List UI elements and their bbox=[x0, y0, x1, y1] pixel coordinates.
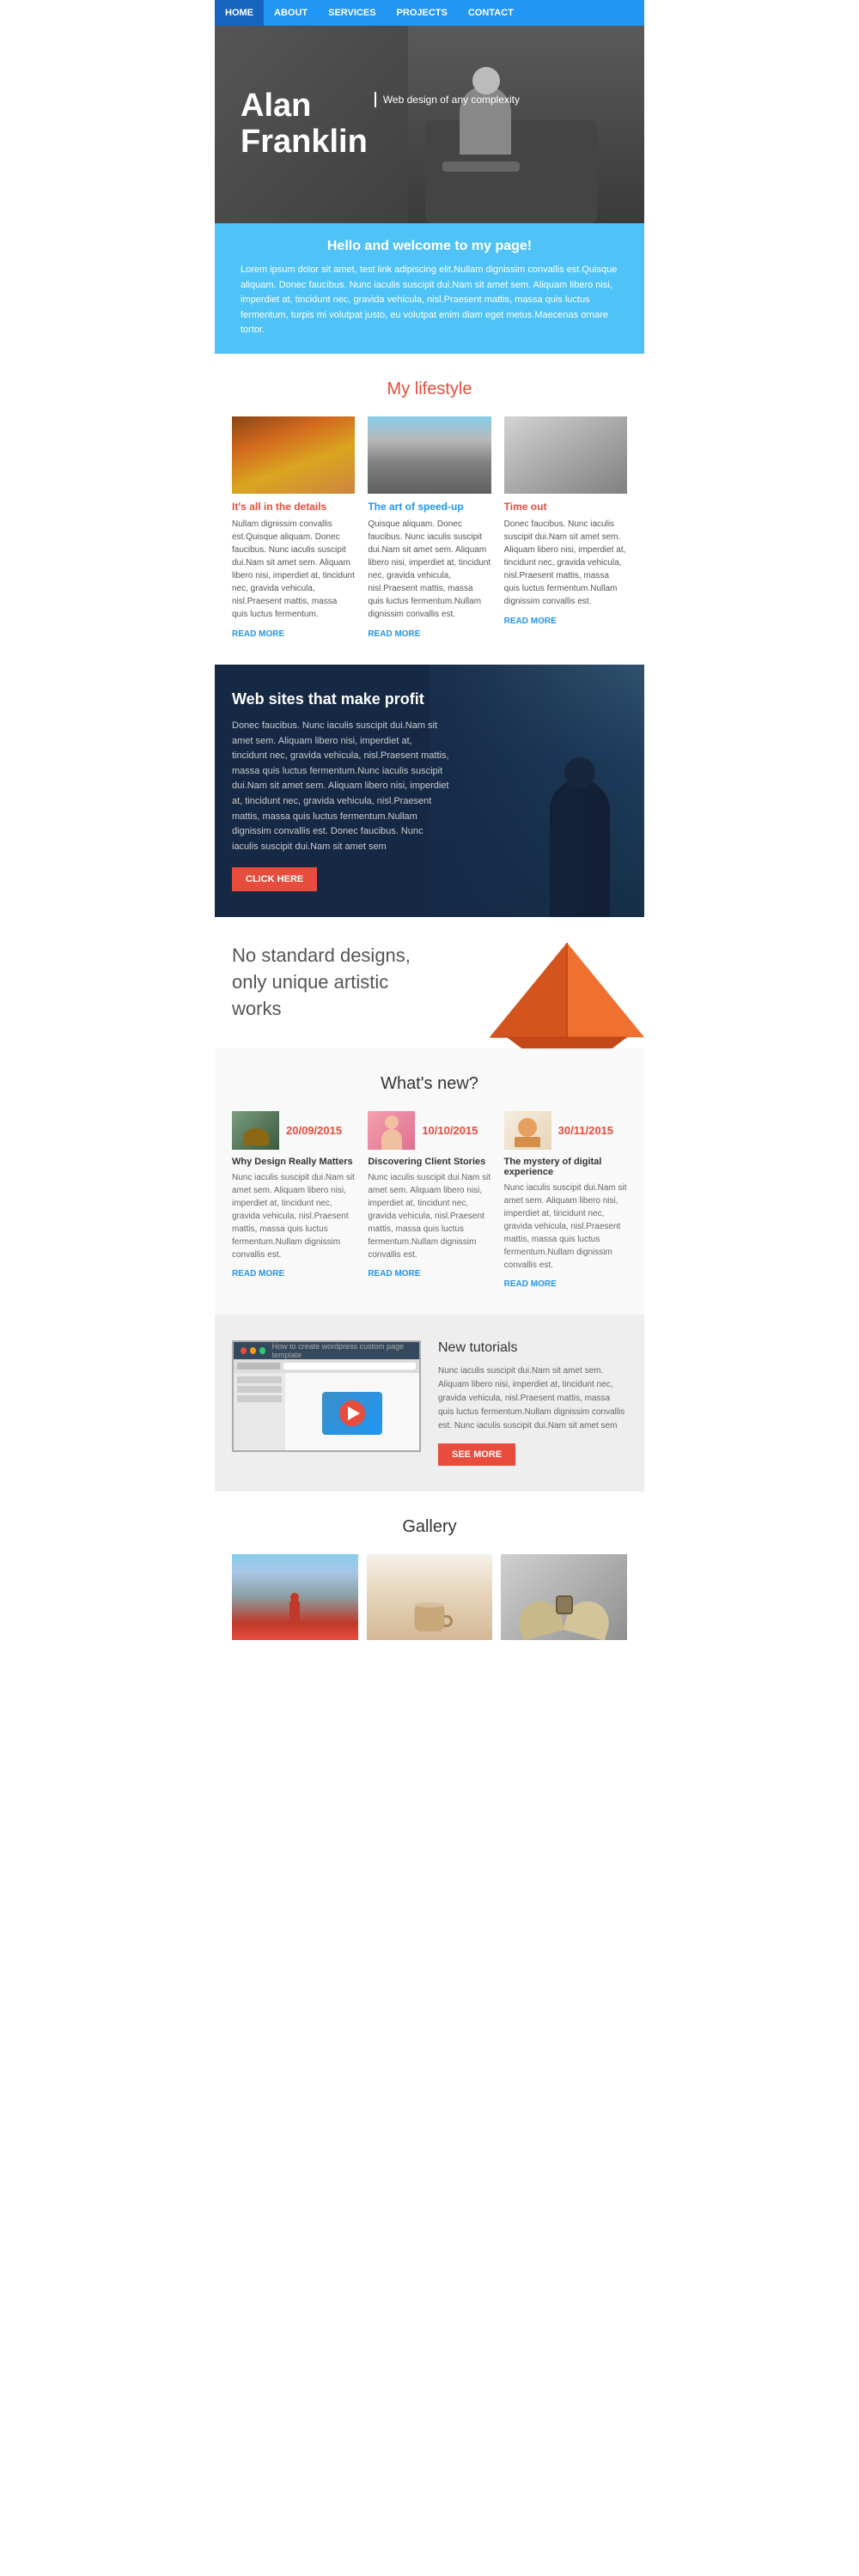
card-image-railway bbox=[368, 416, 490, 494]
gallery-item-1 bbox=[367, 1554, 493, 1640]
main-nav: HOME ABOUT SERVICES PROJECTS CONTACT bbox=[215, 0, 644, 26]
video-dot-red bbox=[241, 1347, 247, 1354]
card-title-1: The art of speed-up bbox=[368, 501, 490, 513]
nav-contact[interactable]: CONTACT bbox=[458, 0, 524, 26]
tutorials-heading: New tutorials bbox=[438, 1340, 627, 1356]
card-body-2: Donec faucibus. Nunc iaculis suscipit du… bbox=[504, 518, 627, 608]
news-read-more-1[interactable]: READ MORE bbox=[368, 1269, 420, 1279]
gallery-item-0 bbox=[232, 1554, 358, 1640]
lifestyle-card-1: The art of speed-up Quisque aliquam. Don… bbox=[368, 416, 490, 639]
news-date-2: 30/11/2015 bbox=[558, 1124, 613, 1137]
gallery-section: Gallery bbox=[215, 1492, 644, 1666]
news-card-header-0: 20/09/2015 bbox=[232, 1111, 355, 1150]
play-icon bbox=[348, 1406, 360, 1420]
read-more-2[interactable]: READ MORE bbox=[504, 617, 557, 626]
hero-section: Alan Franklin Web design of any complexi… bbox=[215, 26, 644, 223]
video-placeholder: How to create wordpress custom page temp… bbox=[232, 1340, 421, 1452]
welcome-heading: Hello and welcome to my page! bbox=[241, 239, 618, 254]
nav-services[interactable]: SERVICES bbox=[318, 0, 386, 26]
welcome-section: Hello and welcome to my page! Lorem ipsu… bbox=[215, 223, 644, 354]
news-body-2: Nunc iaculis suscipit dui.Nam sit amet s… bbox=[504, 1182, 627, 1272]
news-card-0: 20/09/2015 Why Design Really Matters Nun… bbox=[232, 1111, 355, 1289]
artistic-section: No standard designs, only unique artisti… bbox=[215, 917, 644, 1048]
video-title: How to create wordpress custom page temp… bbox=[272, 1342, 412, 1359]
paper-boat-image bbox=[481, 926, 644, 1048]
welcome-body: Lorem ipsum dolor sit amet, test link ad… bbox=[241, 263, 618, 338]
video-bar: How to create wordpress custom page temp… bbox=[234, 1342, 419, 1359]
tutorial-video-container: How to create wordpress custom page temp… bbox=[232, 1340, 421, 1452]
hero-text: Alan Franklin Web design of any complexi… bbox=[215, 71, 545, 178]
news-title-2: The mystery of digital experience bbox=[504, 1157, 627, 1177]
gallery-heading: Gallery bbox=[232, 1517, 627, 1537]
news-read-more-2[interactable]: READ MORE bbox=[504, 1279, 557, 1289]
profit-content: Web sites that make profit Donec faucibu… bbox=[232, 690, 449, 891]
hero-name-line1: Alan bbox=[241, 88, 368, 125]
tutorials-section: How to create wordpress custom page temp… bbox=[215, 1315, 644, 1492]
news-card-header-1: 10/10/2015 bbox=[368, 1111, 490, 1150]
card-title-2: Time out bbox=[504, 501, 627, 513]
lifestyle-card-0: It's all in the details Nullam dignissim… bbox=[232, 416, 355, 639]
video-dot-green bbox=[259, 1347, 265, 1354]
news-title-1: Discovering Client Stories bbox=[368, 1157, 490, 1167]
hero-name-line2: Franklin bbox=[241, 125, 368, 161]
news-thumb-0 bbox=[232, 1111, 279, 1150]
gallery-item-2 bbox=[501, 1554, 627, 1640]
card-body-0: Nullam dignissim convallis est.Quisque a… bbox=[232, 518, 355, 621]
card-body-1: Quisque aliquam. Donec faucibus. Nunc ia… bbox=[368, 518, 490, 621]
nav-about[interactable]: ABOUT bbox=[264, 0, 318, 26]
read-more-1[interactable]: READ MORE bbox=[368, 629, 420, 639]
nav-projects[interactable]: PROJECTS bbox=[387, 0, 458, 26]
card-title-0: It's all in the details bbox=[232, 501, 355, 513]
news-cards: 20/09/2015 Why Design Really Matters Nun… bbox=[232, 1111, 627, 1289]
read-more-0[interactable]: READ MORE bbox=[232, 629, 284, 639]
news-body-0: Nunc iaculis suscipit dui.Nam sit amet s… bbox=[232, 1171, 355, 1261]
click-here-button[interactable]: CLICK HERE bbox=[232, 867, 317, 891]
news-read-more-0[interactable]: READ MORE bbox=[232, 1269, 284, 1279]
video-content bbox=[234, 1359, 419, 1452]
news-card-header-2: 30/11/2015 bbox=[504, 1111, 627, 1150]
whats-new-section: What's new? 20/09/2015 Why Design Really… bbox=[215, 1048, 644, 1315]
lifestyle-section: My lifestyle It's all in the details Nul… bbox=[215, 354, 644, 665]
lifestyle-heading: My lifestyle bbox=[232, 380, 627, 399]
card-image-autumn bbox=[232, 416, 355, 494]
whats-new-heading: What's new? bbox=[232, 1074, 627, 1094]
gallery-grid bbox=[232, 1554, 627, 1640]
news-date-1: 10/10/2015 bbox=[422, 1124, 478, 1137]
see-more-button[interactable]: SEE MORE bbox=[438, 1443, 515, 1466]
hero-tagline: Web design of any complexity bbox=[383, 92, 520, 107]
news-date-0: 20/09/2015 bbox=[286, 1124, 342, 1137]
tutorial-text-container: New tutorials Nunc iaculis suscipit dui.… bbox=[438, 1340, 627, 1466]
profit-body: Donec faucibus. Nunc iaculis suscipit du… bbox=[232, 719, 449, 854]
news-card-2: 30/11/2015 The mystery of digital experi… bbox=[504, 1111, 627, 1289]
news-body-1: Nunc iaculis suscipit dui.Nam sit amet s… bbox=[368, 1171, 490, 1261]
nav-home[interactable]: HOME bbox=[215, 0, 264, 26]
lifestyle-cards: It's all in the details Nullam dignissim… bbox=[232, 416, 627, 639]
card-image-phone bbox=[504, 416, 627, 494]
tutorials-body: Nunc iaculis suscipit dui.Nam sit amet s… bbox=[438, 1364, 627, 1433]
news-card-1: 10/10/2015 Discovering Client Stories Nu… bbox=[368, 1111, 490, 1289]
play-button[interactable] bbox=[339, 1400, 365, 1426]
video-dot-yellow bbox=[250, 1347, 256, 1354]
news-thumb-1 bbox=[368, 1111, 415, 1150]
profit-section: Web sites that make profit Donec faucibu… bbox=[215, 665, 644, 917]
artistic-heading: No standard designs, only unique artisti… bbox=[232, 943, 430, 1022]
news-thumb-2 bbox=[504, 1111, 551, 1150]
profit-heading: Web sites that make profit bbox=[232, 690, 449, 708]
lifestyle-card-2: Time out Donec faucibus. Nunc iaculis su… bbox=[504, 416, 627, 639]
news-title-0: Why Design Really Matters bbox=[232, 1157, 355, 1167]
